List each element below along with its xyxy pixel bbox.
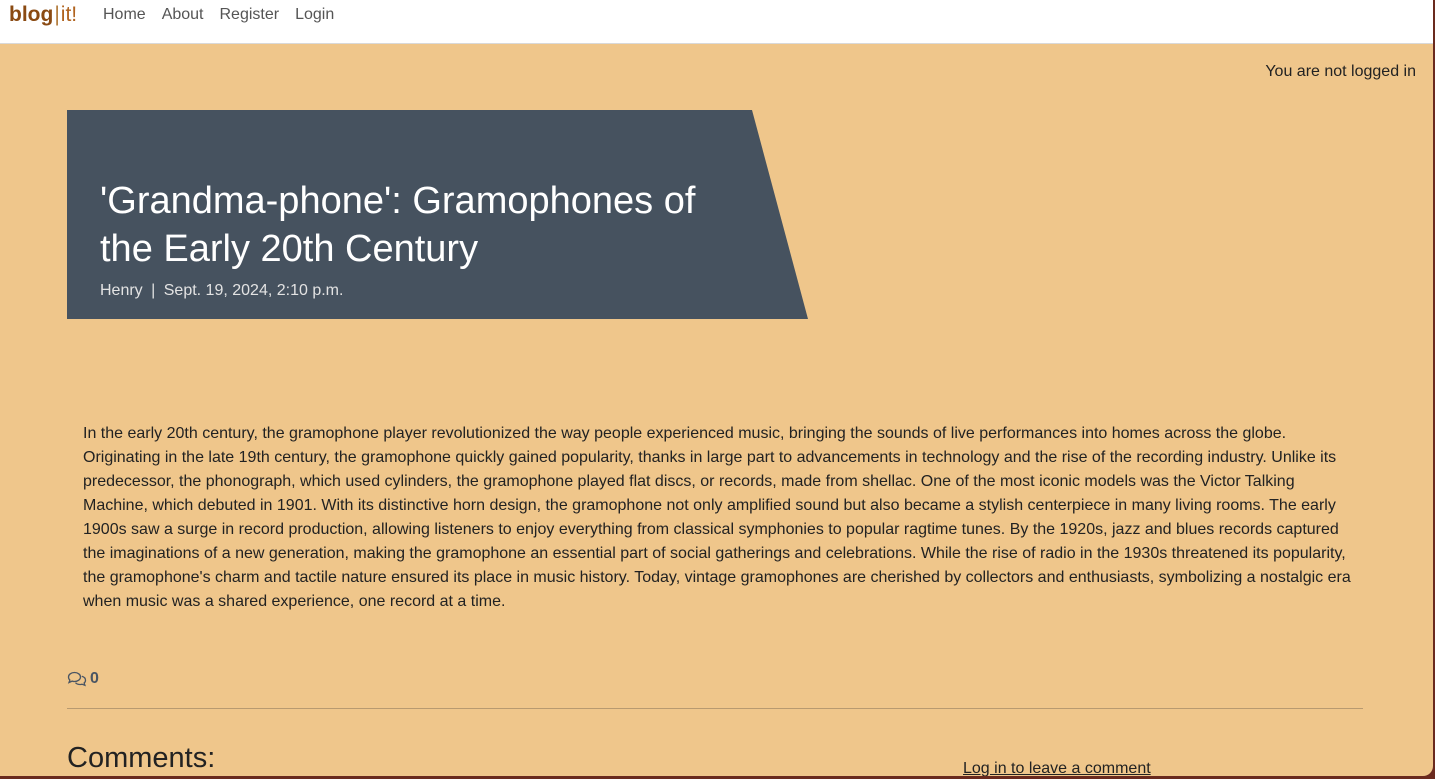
comment-count: 0 — [67, 670, 99, 688]
brand-name-light: it! — [60, 3, 78, 26]
nav-register-link[interactable]: Register — [220, 5, 280, 25]
login-to-comment-link[interactable]: Log in to leave a comment — [963, 760, 1151, 776]
post-body: In the early 20th century, the gramophon… — [83, 425, 1351, 610]
comments-heading: Comments: — [67, 742, 216, 774]
navbar: blog | it! Home About Register Login — [0, 0, 1433, 44]
post-title: 'Grandma-phone': Gramophones of the Earl… — [100, 180, 696, 270]
brand-name-bold: blog — [9, 3, 54, 26]
login-status-text: You are not logged in — [1265, 63, 1416, 80]
post-author: Henry — [100, 282, 143, 299]
nav-home-link[interactable]: Home — [103, 5, 146, 25]
comment-count-value: 0 — [90, 670, 99, 687]
brand-logo[interactable]: blog | it! — [9, 3, 77, 27]
brand-separator: | — [54, 3, 60, 26]
post-meta-separator: | — [151, 282, 156, 299]
chat-bubbles-icon — [67, 671, 87, 687]
post-date: Sept. 19, 2024, 2:10 p.m. — [163, 282, 344, 299]
nav-about-link[interactable]: About — [162, 5, 204, 25]
post-meta: Henry | Sept. 19, 2024, 2:10 p.m. — [100, 282, 343, 300]
section-divider — [67, 708, 1363, 709]
post-header-banner: 'Grandma-phone': Gramophones of the Earl… — [67, 110, 808, 319]
page-frame: blog | it! Home About Register Login You… — [0, 0, 1433, 776]
nav-links: Home About Register Login — [103, 5, 334, 25]
nav-login-link[interactable]: Login — [295, 5, 334, 25]
